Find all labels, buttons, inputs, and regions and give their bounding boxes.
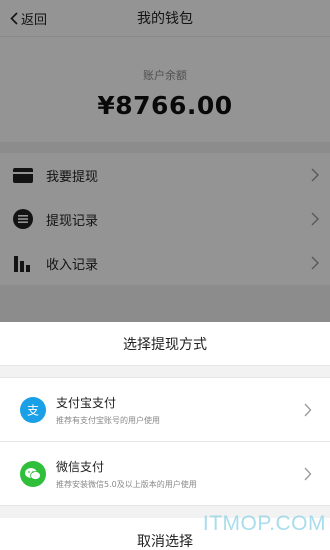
wechat-icon	[20, 460, 46, 487]
pay-option-name: 支付宝支付	[56, 395, 117, 410]
pay-option-name: 微信支付	[56, 459, 105, 474]
chevron-right-icon	[304, 403, 312, 416]
alipay-icon: 支	[20, 396, 46, 423]
pay-option-desc: 推荐安装微信5.0及以上版本的用户使用	[56, 479, 197, 489]
chevron-right-icon	[304, 467, 312, 480]
svg-text:支: 支	[27, 403, 39, 417]
watermark: ITMOP.COM	[202, 512, 326, 535]
pay-option-desc: 推荐有支付宝账号的用户使用	[56, 415, 160, 425]
pay-option-alipay[interactable]: 支 支付宝支付 推荐有支付宝账号的用户使用	[0, 378, 330, 442]
pay-option-wechat[interactable]: 微信支付 推荐安装微信5.0及以上版本的用户使用	[0, 442, 330, 506]
divider	[0, 366, 330, 378]
sheet-title: 选择提现方式	[0, 322, 330, 366]
